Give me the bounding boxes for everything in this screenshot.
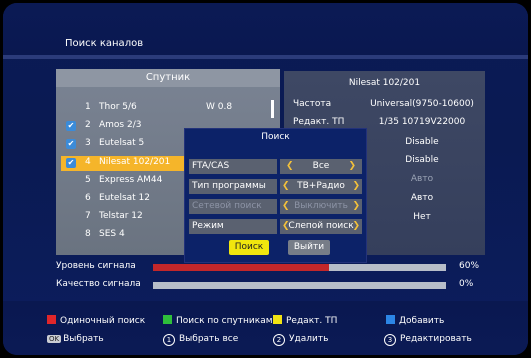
check-icon: ✔	[66, 139, 76, 149]
satellite-name: Eutelsat 12	[99, 193, 151, 203]
yellow-key-label: Редакт. ТП	[286, 316, 338, 326]
key2-icon: 2	[273, 334, 285, 346]
program-type-value-text: ТВ+Радио	[297, 181, 345, 191]
key2-hint[interactable]: 2 Удалить	[273, 334, 328, 346]
chevron-left-icon[interactable]: ❮	[282, 219, 290, 234]
header-divider	[3, 55, 528, 59]
program-type-value[interactable]: ❮ ТВ+Радио ❯	[280, 179, 362, 194]
satellite-number: 3	[85, 138, 91, 148]
yellow-key-hint[interactable]: Редакт. ТП	[273, 315, 337, 326]
signal-level-fill	[153, 264, 329, 271]
key3-icon: 3	[384, 334, 396, 346]
satellite-position: W 0.8	[206, 102, 233, 112]
green-key-icon	[163, 315, 172, 324]
chevron-right-icon[interactable]: ❯	[348, 159, 356, 174]
detail-value: Авто	[410, 193, 434, 203]
dialog-title: Поиск	[261, 132, 290, 142]
satellite-number: 7	[85, 211, 91, 221]
ok-key-hint[interactable]: OK Выбрать	[47, 334, 104, 344]
transponder-value: 1/35 10719V22000	[378, 117, 466, 127]
fta-cas-label: FTA/CAS	[189, 159, 277, 174]
satellite-number: 4	[85, 157, 91, 167]
network-search-label: Сетевой поиск	[189, 199, 277, 214]
satellite-number: 2	[85, 120, 91, 130]
satellite-name: Express AM44	[99, 175, 163, 185]
frequency-value: Universal(9750-10600)	[370, 99, 474, 109]
key1-hint[interactable]: 1 Выбрать все	[163, 334, 238, 346]
key1-label: Выбрать все	[179, 334, 239, 344]
chevron-right-icon[interactable]: ❯	[352, 199, 360, 214]
footer: Одиночный поиск Поиск по спутникам Редак…	[3, 301, 528, 355]
check-icon: ✔	[66, 121, 76, 131]
signal-quality-bar	[153, 282, 446, 289]
fta-cas-value-text: Все	[312, 161, 330, 171]
check-icon: ✔	[66, 158, 76, 168]
red-key-hint[interactable]: Одиночный поиск	[47, 315, 145, 326]
signal-level-label: Уровень сигнала	[56, 261, 136, 271]
satellite-name: Nilesat 102/201	[99, 157, 171, 167]
green-key-hint[interactable]: Поиск по спутникам	[163, 315, 273, 326]
signal-quality-label: Качество сигнала	[56, 279, 141, 289]
mode-row[interactable]: Режим ❮ Слепой поиск ❯	[189, 219, 362, 234]
key1-icon: 1	[163, 334, 175, 346]
network-search-row[interactable]: Сетевой поиск ❮ Выключить ❯	[189, 199, 362, 214]
search-dialog: Поиск FTA/CAS ❮ Все ❯ Тип программы ❮ ТВ…	[184, 128, 367, 263]
detail-value: Авто	[410, 174, 434, 184]
satellite-list-header: Спутник	[56, 69, 280, 87]
header: Поиск каналов	[3, 3, 528, 55]
key3-label: Редактировать	[400, 334, 472, 344]
list-scrollbar[interactable]	[271, 100, 274, 118]
exit-button[interactable]: Выйти	[288, 240, 330, 255]
green-key-label: Поиск по спутникам	[176, 316, 273, 326]
satellite-number: 6	[85, 193, 91, 203]
signal-quality-value: 0%	[459, 279, 474, 289]
details-header: Nilesat 102/201	[348, 78, 421, 88]
frequency-label: Частота	[293, 99, 332, 109]
network-search-value-text: Выключить	[294, 201, 348, 211]
key2-label: Удалить	[289, 334, 329, 344]
satellite-name: Amos 2/3	[99, 120, 142, 130]
mode-label: Режим	[189, 219, 277, 234]
red-key-label: Одиночный поиск	[60, 316, 146, 326]
chevron-right-icon[interactable]: ❯	[352, 179, 360, 194]
program-type-label: Тип программы	[189, 179, 277, 194]
fta-cas-value[interactable]: ❮ Все ❯	[280, 159, 362, 174]
blue-key-hint[interactable]: Добавить	[386, 315, 444, 326]
chevron-left-icon[interactable]: ❮	[282, 179, 290, 194]
yellow-key-icon	[273, 315, 282, 324]
red-key-icon	[47, 315, 56, 324]
satellite-name: SES 4	[99, 229, 125, 239]
screen: Поиск каналов Спутник 1 Thor 5/6 ✔ 2 Amo…	[3, 3, 528, 355]
search-button[interactable]: Поиск	[229, 240, 269, 255]
mode-value-text: Слепой поиск	[288, 221, 354, 231]
key3-hint[interactable]: 3 Редактировать	[384, 334, 472, 346]
satellite-number: 1	[85, 102, 91, 112]
network-search-value[interactable]: ❮ Выключить ❯	[280, 199, 362, 214]
detail-value: Disable	[405, 137, 439, 147]
ok-key-label: Выбрать	[63, 334, 104, 344]
chevron-left-icon[interactable]: ❮	[286, 159, 294, 174]
detail-value: Нет	[413, 212, 431, 222]
detail-value: Disable	[405, 155, 439, 165]
satellite-number: 5	[85, 175, 91, 185]
ok-key-icon: OK	[47, 335, 62, 343]
transponder-label: Редакт. ТП	[293, 117, 345, 127]
page-title: Поиск каналов	[65, 38, 144, 49]
satellite-number: 8	[85, 229, 91, 239]
satellite-name: Thor 5/6	[99, 102, 137, 112]
satellite-name: Eutelsat 5	[99, 138, 145, 148]
blue-key-label: Добавить	[399, 316, 445, 326]
fta-cas-row[interactable]: FTA/CAS ❮ Все ❯	[189, 159, 362, 174]
program-type-row[interactable]: Тип программы ❮ ТВ+Радио ❯	[189, 179, 362, 194]
satellite-name: Telstar 12	[99, 211, 143, 221]
chevron-right-icon[interactable]: ❯	[352, 219, 360, 234]
signal-level-value: 60%	[459, 261, 480, 271]
mode-value[interactable]: ❮ Слепой поиск ❯	[280, 219, 362, 234]
blue-key-icon	[386, 315, 395, 324]
signal-level-bar	[153, 264, 446, 271]
chevron-left-icon[interactable]: ❮	[282, 199, 290, 214]
